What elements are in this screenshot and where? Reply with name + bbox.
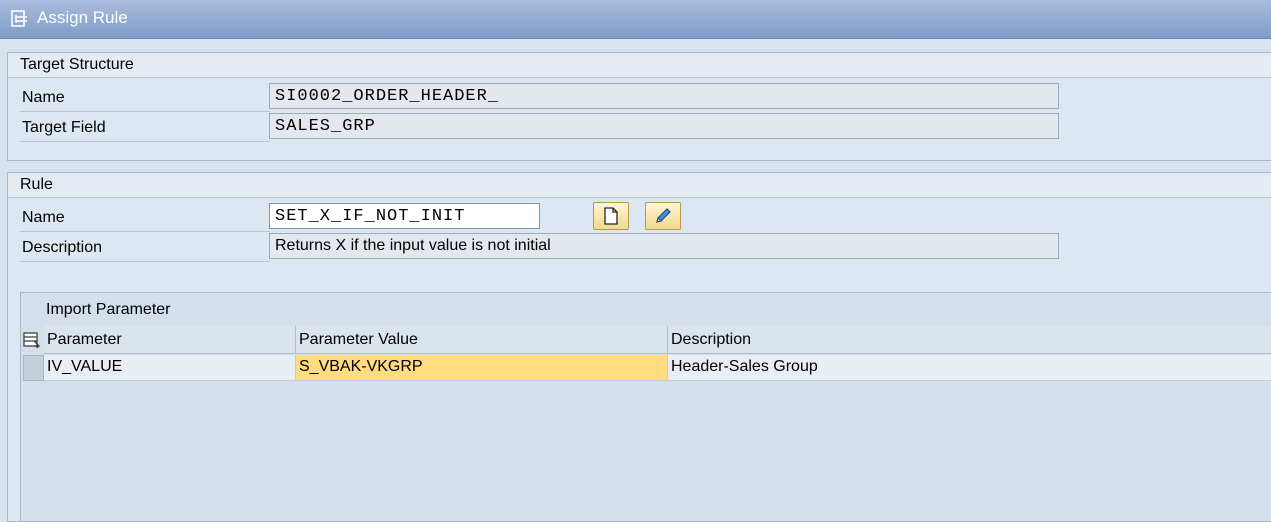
- divider: [20, 141, 270, 142]
- rule-name-label: Name: [22, 209, 65, 226]
- column-header-description[interactable]: Description: [668, 326, 1271, 354]
- target-structure-header: Target Structure: [8, 53, 1271, 78]
- rule-header: Rule: [8, 173, 1271, 198]
- cell-parameter: IV_VALUE: [44, 355, 296, 381]
- target-name-field: SI0002_ORDER_HEADER_: [269, 83, 1059, 109]
- cell-description: Header-Sales Group: [668, 355, 1271, 381]
- new-document-icon: [604, 207, 618, 225]
- window-title-bar: Assign Rule: [0, 0, 1271, 39]
- column-header-parameter[interactable]: Parameter: [44, 326, 296, 354]
- rule-description-field: Returns X if the input value is not init…: [269, 233, 1059, 259]
- import-parameter-title: Import Parameter: [46, 301, 171, 318]
- row-selector[interactable]: [23, 355, 44, 381]
- divider: [20, 231, 270, 232]
- target-structure-title: Target Structure: [20, 56, 134, 73]
- target-field-label: Target Field: [22, 119, 106, 136]
- assign-rule-icon: [11, 10, 27, 27]
- rule-description-label: Description: [22, 239, 103, 256]
- window-title: Assign Rule: [37, 8, 128, 27]
- create-rule-button[interactable]: [593, 202, 629, 230]
- edit-rule-button[interactable]: [645, 202, 681, 230]
- rule-name-input[interactable]: SET_X_IF_NOT_INIT: [269, 203, 540, 229]
- column-header-parameter-value[interactable]: Parameter Value: [296, 326, 668, 354]
- cell-parameter-value[interactable]: S_VBAK-VKGRP: [296, 355, 668, 381]
- target-name-label: Name: [22, 89, 65, 106]
- target-field-value: SALES_GRP: [269, 113, 1059, 139]
- target-structure-group: Target Structure Name SI0002_ORDER_HEADE…: [7, 52, 1271, 161]
- divider: [20, 261, 270, 262]
- rule-title: Rule: [20, 176, 53, 193]
- import-parameter-table: Import Parameter Parameter Parameter Val…: [20, 292, 1271, 521]
- pencil-icon: [656, 208, 671, 223]
- table-settings-icon[interactable]: [23, 331, 41, 349]
- divider: [20, 111, 270, 112]
